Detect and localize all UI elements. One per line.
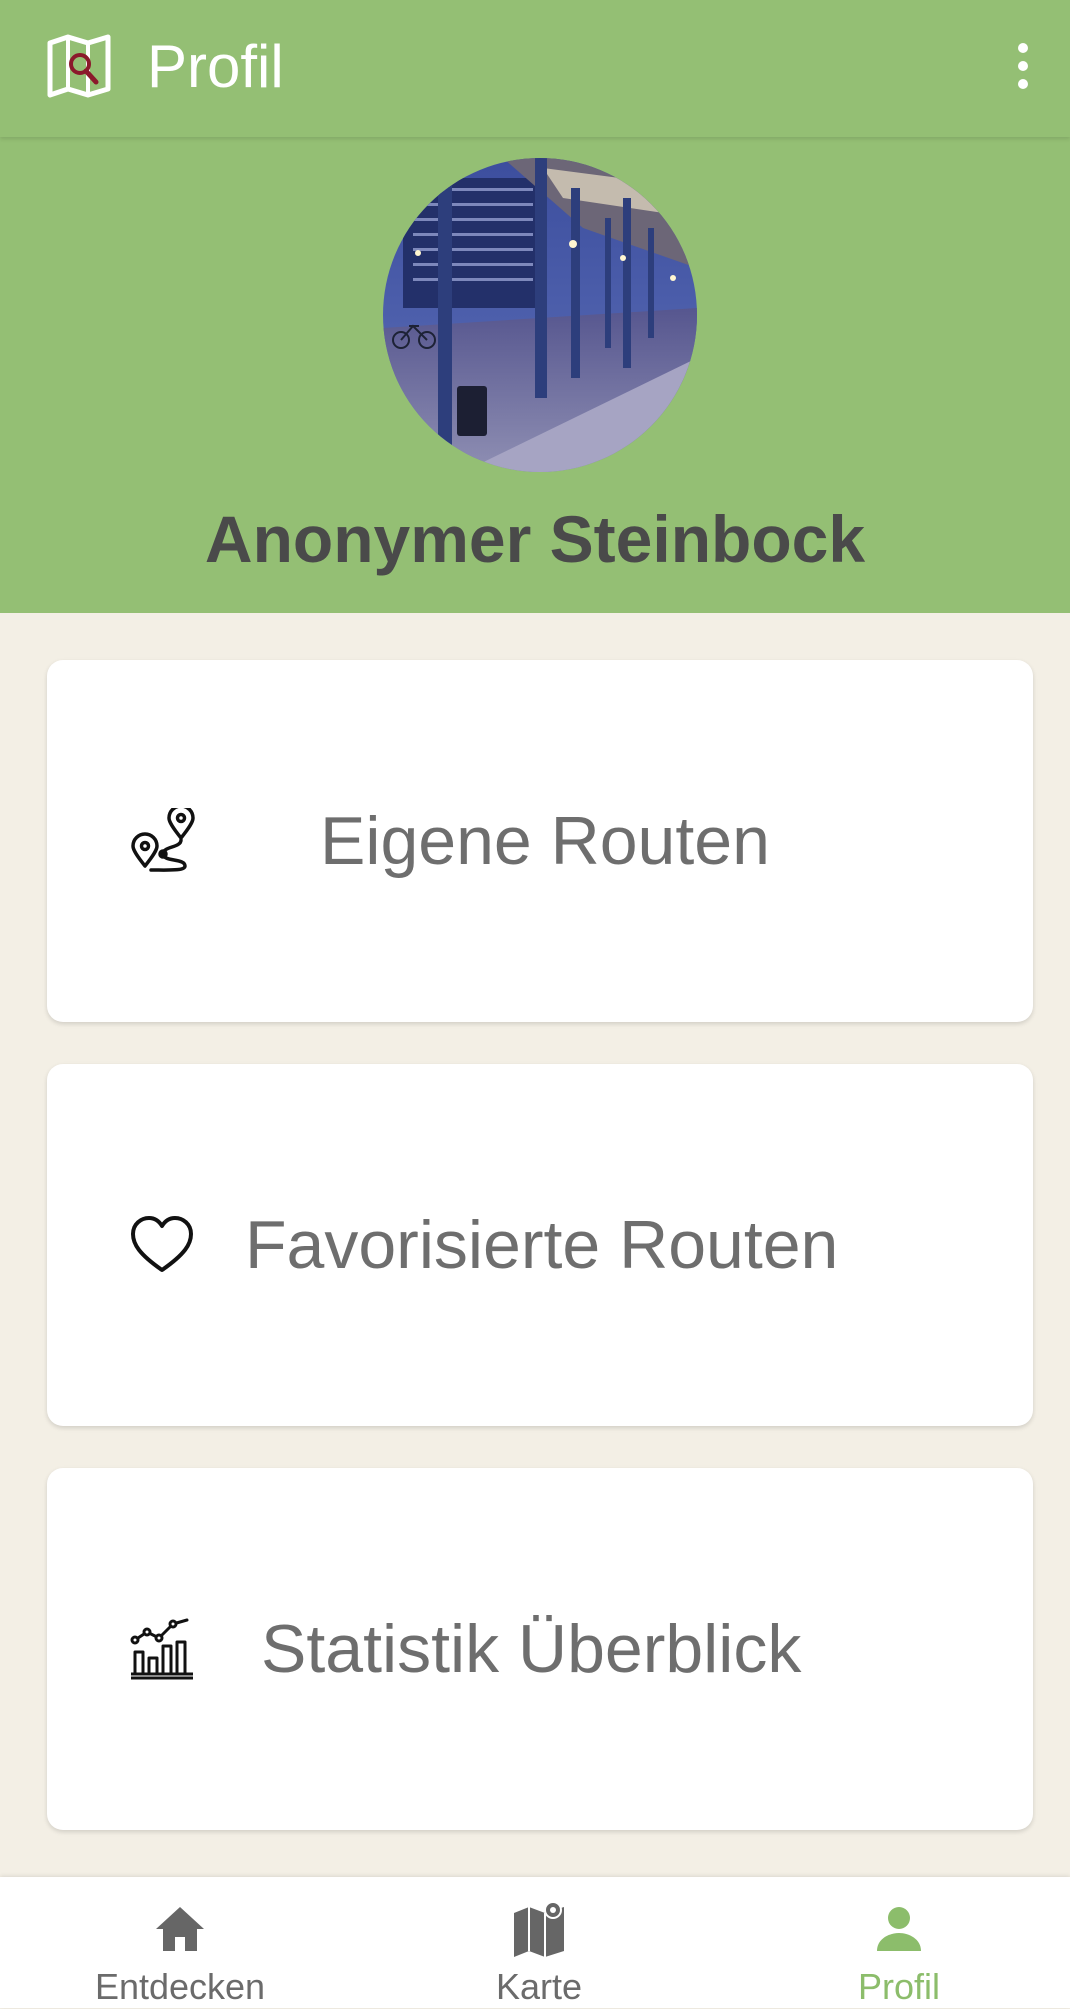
map-icon (514, 1901, 564, 1957)
avatar[interactable] (383, 158, 697, 472)
nav-label: Entdecken (94, 1966, 266, 2007)
menu-dot (1018, 61, 1028, 71)
route-icon (131, 808, 195, 872)
nav-item-karte[interactable]: Karte (361, 1877, 717, 2008)
user-name: Anonymer Steinbock (204, 502, 866, 576)
person-icon (877, 1907, 921, 1951)
nav-label: Karte (495, 1966, 583, 2007)
card-label: Statistik Überblick (261, 1611, 802, 1687)
menu-dot (1018, 43, 1028, 53)
nav-item-profil[interactable]: Profil (721, 1877, 1070, 2008)
statistics-chart-icon (130, 1618, 193, 1680)
nav-label: Profil (857, 1966, 941, 2007)
statistics-overview-card[interactable]: Statistik Überblick (47, 1468, 1033, 1830)
profile-header: Anonymer Steinbock (0, 137, 1070, 613)
map-search-icon[interactable] (46, 33, 112, 99)
favorite-routes-card[interactable]: Favorisierte Routen (47, 1064, 1033, 1426)
app-bar: Profil (0, 0, 1070, 137)
own-routes-card[interactable]: Eigene Routen (47, 660, 1033, 1022)
home-icon (156, 1907, 204, 1951)
card-label: Favorisierte Routen (245, 1207, 839, 1283)
more-vert-icon[interactable] (1004, 38, 1042, 94)
heart-icon (131, 1216, 193, 1272)
menu-dot (1018, 79, 1028, 89)
card-label: Eigene Routen (320, 803, 770, 879)
page-title: Profil (147, 33, 284, 100)
nav-item-entdecken[interactable]: Entdecken (2, 1877, 358, 2008)
bottom-navigation: Entdecken Karte Profil (0, 1877, 1070, 2008)
avatar-photo (383, 158, 697, 472)
